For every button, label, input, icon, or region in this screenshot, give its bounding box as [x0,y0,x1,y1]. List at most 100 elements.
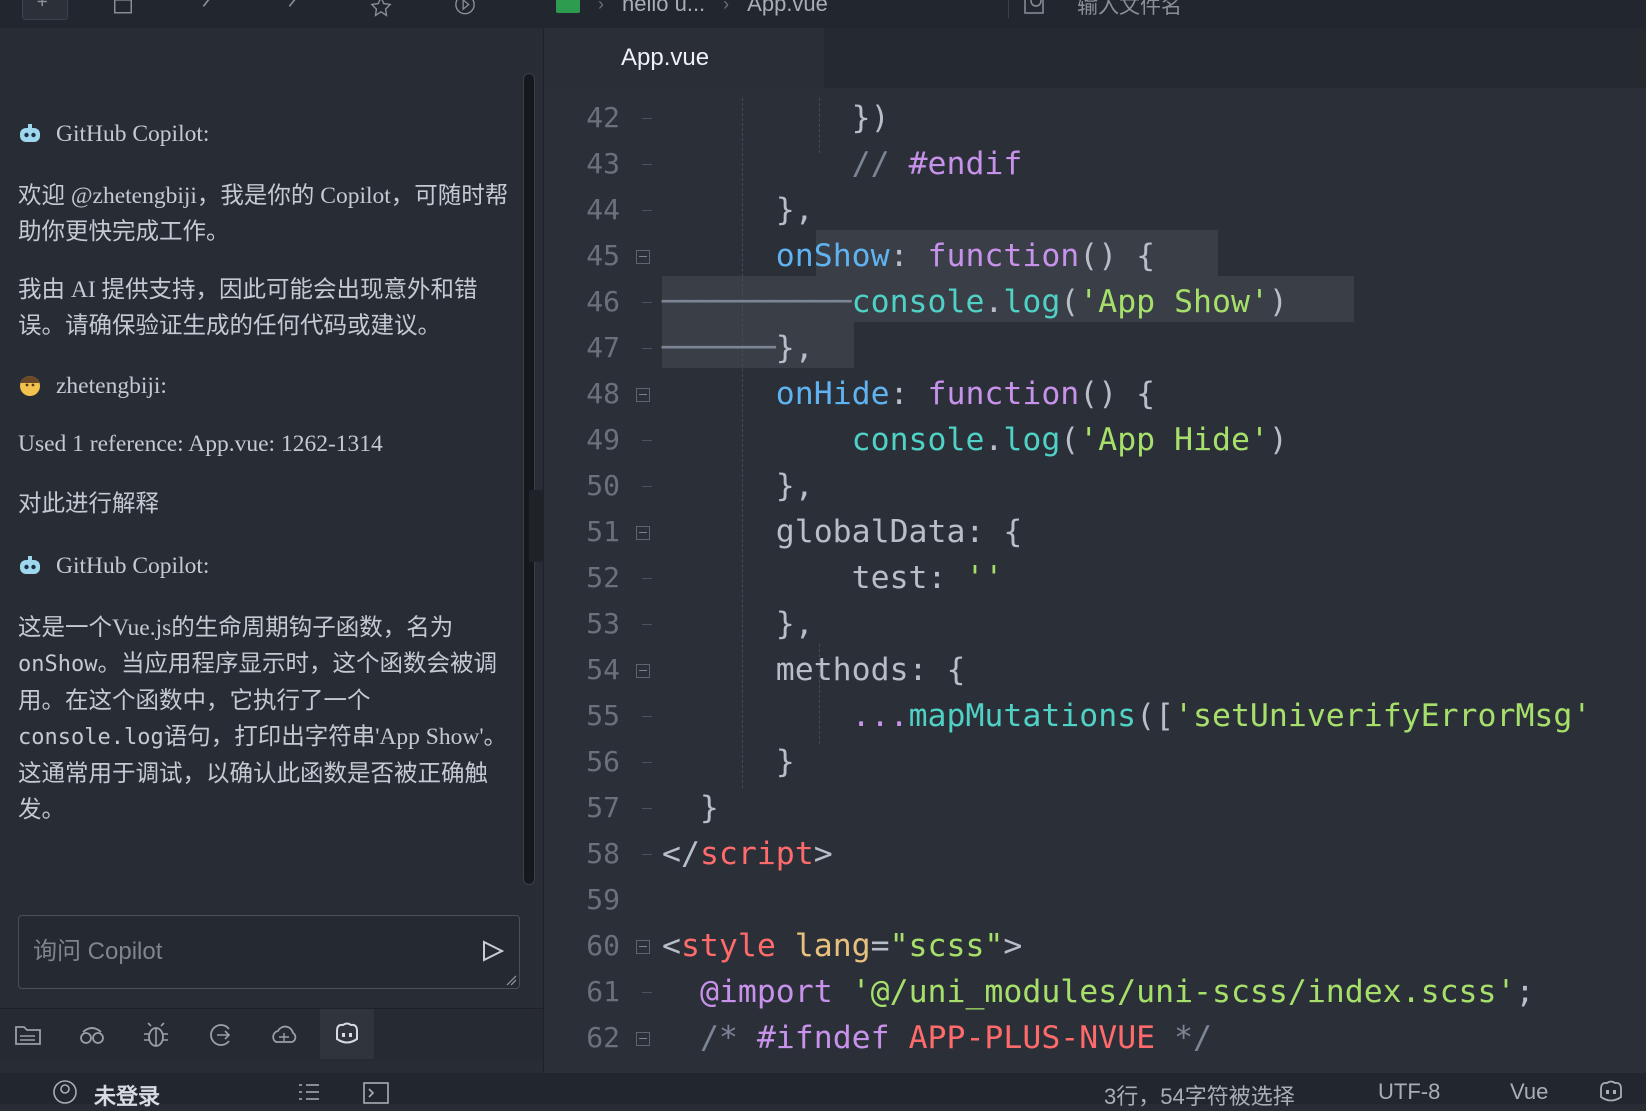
message-author: zhetengbiji: [18,368,167,404]
line-number: 60 [586,929,620,962]
line-number: 50 [586,469,620,502]
favorite-button[interactable] [366,0,396,24]
code-line: 50 }, [544,463,1646,509]
author-name: zhetengbiji: [56,373,167,399]
code-text: onHide: function() { [775,376,1156,412]
code-text: <style lang="scss"> [662,928,1023,964]
copilot-status-icon[interactable] [1596,1079,1626,1105]
line-number: 61 [586,975,620,1008]
code-text: } [662,790,719,826]
line-number: 57 [586,791,620,824]
code-line: 58 </script> [544,831,1646,877]
search-icon [1024,0,1044,14]
file-search-box[interactable]: 输入文件名 [1008,0,1639,18]
cloud-button[interactable] [264,1017,304,1053]
chat-scrollbar[interactable] [523,73,535,885]
copilot-avatar-icon [18,554,42,578]
line-number: 52 [586,561,620,594]
selection-info[interactable]: 3行，54字符被选择 [1104,1079,1295,1111]
code-line: 42 }) [544,95,1646,141]
line-number: 54 [586,653,620,686]
resize-handle-icon[interactable] [505,974,517,986]
source-control-icon [210,1024,231,1046]
code-text: methods: { [662,652,966,688]
code-line: 53 }, [544,601,1646,647]
fold-toggle-icon[interactable] [636,940,650,954]
fold-toggle-icon[interactable] [636,250,650,264]
code-line: 57 } [544,785,1646,831]
code-line: 47 ──────}, [544,325,1646,371]
copilot-panel: GitHub Copilot: 欢迎 @zhetengbiji，我是你的 Cop… [0,28,544,1073]
send-icon[interactable] [479,936,507,966]
code-text: onShow: function() { [775,238,1156,274]
code-line: 61 @import '@/uni_modules/uni-scss/index… [544,969,1646,1015]
search-placeholder: 输入文件名 [1077,0,1182,18]
code-text: }, [662,468,814,504]
line-number: 58 [586,837,620,870]
code-text: /* #ifndef APP-PLUS-NVUE */ [699,1020,1213,1056]
fold-toggle-icon[interactable] [636,664,650,678]
fold-toggle-icon[interactable] [636,388,650,402]
message-text: 这是一个Vue.js的生命周期钩子函数，名为onShow。当应用程序显示时，这个… [18,610,513,828]
list-icon[interactable] [296,1081,322,1105]
line-number: 55 [586,699,620,732]
message-text-part: 这是一个Vue.js的生命周期钩子函数，名为 [18,615,454,641]
code-line: 59 [544,877,1646,923]
line-number: 48 [586,377,620,410]
explorer-button[interactable] [8,1017,48,1053]
source-control-button[interactable] [200,1017,240,1053]
breadcrumb-project[interactable]: hello u... [622,0,705,17]
fold-toggle-icon[interactable] [636,526,650,540]
user-icon [53,1080,77,1104]
code-text: ──────────console.log('App Show') [662,284,1288,320]
line-number: 44 [586,193,620,226]
code-line: 46 ──────────console.log('App Show') [544,279,1646,325]
side-toolbar [0,1008,543,1061]
encoding[interactable]: UTF-8 [1378,1079,1440,1105]
save-icon [114,0,132,14]
inline-code: onShow [18,652,98,677]
reference-note[interactable]: Used 1 reference: App.vue: 1262-1314 [18,426,513,462]
top-toolbar: › hello u... › App.vue 输入文件名 [0,0,1646,29]
run-button[interactable] [450,0,480,24]
forward-button[interactable] [278,0,308,24]
star-icon [370,0,392,17]
new-file-icon [37,0,47,7]
code-line: 54 methods: { [544,647,1646,693]
code-text: }) [662,100,890,136]
status-bar: 未登录 3行，54字符被选择 UTF-8 Vue [0,1073,1646,1109]
code-editor[interactable]: 42 }) 43 // #endif 44 }, 45 onShow: func… [544,88,1646,1073]
login-status[interactable]: 未登录 [94,1079,160,1111]
tab-app-vue[interactable]: App.vue [544,28,824,88]
copilot-button[interactable] [320,1009,374,1059]
fold-toggle-icon[interactable] [636,1032,650,1046]
plugin-button[interactable] [72,1017,112,1053]
message-text: 欢迎 @zhetengbiji，我是你的 Copilot，可随时帮助你更快完成工… [18,183,509,245]
save-button[interactable] [108,0,138,24]
line-number: 45 [586,239,620,272]
line-number: 42 [586,101,620,134]
code-text: } [662,744,795,780]
line-number: 56 [586,745,620,778]
author-name: GitHub Copilot: [56,121,210,147]
breadcrumb-file[interactable]: App.vue [747,0,828,17]
message-author: GitHub Copilot: [18,116,209,152]
editor-tabs: App.vue [544,28,1646,88]
back-button[interactable] [192,0,222,24]
ask-input[interactable] [31,934,455,970]
code-line: 55 ...mapMutations(['setUniverifyErrorMs… [544,693,1646,739]
debug-button[interactable] [136,1017,176,1053]
terminal-icon[interactable] [362,1081,390,1105]
code-line: 56 } [544,739,1646,785]
code-line: 45 onShow: function() { [544,233,1646,279]
line-number: 53 [586,607,620,640]
code-text: @import '@/uni_modules/uni-scss/index.sc… [699,974,1535,1010]
line-number: 47 [586,331,620,364]
new-file-button[interactable] [22,0,68,20]
bug-icon [144,1022,168,1047]
ask-box[interactable] [18,915,520,989]
inline-code: console.log [18,725,164,750]
author-name: GitHub Copilot: [56,553,210,579]
language-mode[interactable]: Vue [1510,1079,1548,1105]
code-line: 60 <style lang="scss"> [544,923,1646,969]
